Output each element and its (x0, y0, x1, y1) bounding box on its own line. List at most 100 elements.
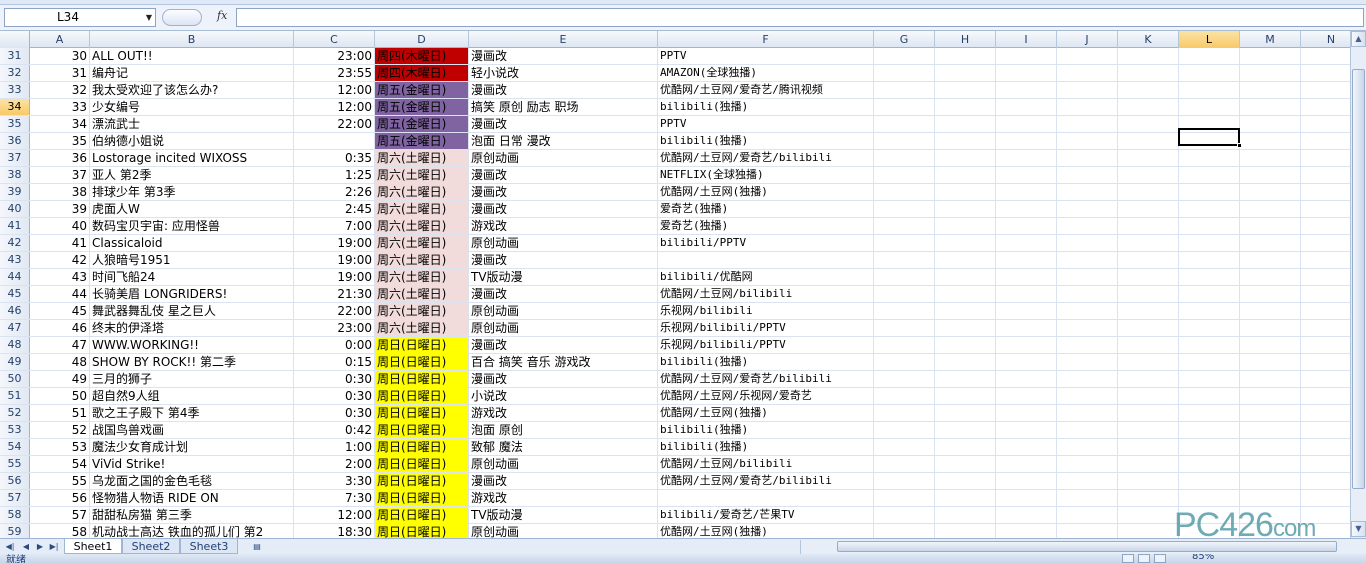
cell-i[interactable] (996, 116, 1057, 132)
cell-g[interactable] (874, 405, 935, 421)
cell-m[interactable] (1240, 116, 1301, 132)
cell-g[interactable] (874, 473, 935, 489)
cell-k[interactable] (1118, 235, 1179, 251)
cell-a[interactable]: 43 (30, 269, 90, 285)
row-header[interactable]: 54 (0, 439, 30, 455)
cell-e[interactable]: 原创动画 (469, 524, 658, 538)
cell-i[interactable] (996, 184, 1057, 200)
cell-f[interactable] (658, 490, 874, 506)
cell-f[interactable]: 乐视网/bilibili/PPTV (658, 337, 874, 353)
column-header-b[interactable]: B (90, 31, 294, 48)
cell-k[interactable] (1118, 371, 1179, 387)
sheet-tab-1[interactable]: Sheet1 (64, 539, 122, 554)
cell-n[interactable] (1301, 252, 1350, 268)
cell-e[interactable]: 原创动画 (469, 150, 658, 166)
cell-c[interactable]: 19:00 (294, 269, 375, 285)
scroll-down-icon[interactable]: ▼ (1351, 521, 1366, 537)
cell-j[interactable] (1057, 405, 1118, 421)
cell-n[interactable] (1301, 133, 1350, 149)
cell-l[interactable] (1179, 218, 1240, 234)
cell-b[interactable]: 乌龙面之国的金色毛毯 (90, 473, 294, 489)
cell-d[interactable]: 周六(土曜日) (375, 150, 469, 166)
cell-g[interactable] (874, 184, 935, 200)
cell-c[interactable]: 2:45 (294, 201, 375, 217)
chevron-down-icon[interactable]: ▼ (146, 9, 152, 26)
normal-view-icon[interactable] (1122, 554, 1134, 563)
cell-m[interactable] (1240, 371, 1301, 387)
cell-a[interactable]: 38 (30, 184, 90, 200)
cell-f[interactable]: 优酷网/土豆网(独播) (658, 184, 874, 200)
row-header[interactable]: 46 (0, 303, 30, 319)
cell-n[interactable] (1301, 303, 1350, 319)
row-header[interactable]: 39 (0, 184, 30, 200)
row-header[interactable]: 33 (0, 82, 30, 98)
cell-j[interactable] (1057, 422, 1118, 438)
cell-i[interactable] (996, 320, 1057, 336)
cell-g[interactable] (874, 439, 935, 455)
cell-e[interactable]: TV版动漫 (469, 507, 658, 523)
cell-m[interactable] (1240, 405, 1301, 421)
cell-d[interactable]: 周六(土曜日) (375, 286, 469, 302)
cell-f[interactable]: 优酷网/土豆网/乐视网/爱奇艺 (658, 388, 874, 404)
cell-h[interactable] (935, 303, 996, 319)
cell-e[interactable]: 漫画改 (469, 473, 658, 489)
cell-e[interactable]: 漫画改 (469, 286, 658, 302)
insert-function-icon[interactable]: fx (217, 9, 227, 22)
cell-h[interactable] (935, 99, 996, 115)
cell-c[interactable] (294, 133, 375, 149)
page-layout-view-icon[interactable] (1138, 554, 1150, 563)
cell-j[interactable] (1057, 320, 1118, 336)
cell-g[interactable] (874, 320, 935, 336)
cell-a[interactable]: 55 (30, 473, 90, 489)
cell-f[interactable]: 优酷网/土豆网/爱奇艺/bilibili (658, 371, 874, 387)
cell-a[interactable]: 37 (30, 167, 90, 183)
cell-b[interactable]: 亚人 第2季 (90, 167, 294, 183)
cell-f[interactable]: 优酷网/土豆网(独播) (658, 524, 874, 538)
row-header[interactable]: 41 (0, 218, 30, 234)
row-header[interactable]: 34 (0, 99, 30, 115)
cell-l[interactable] (1179, 184, 1240, 200)
vertical-scrollbar[interactable]: ▲ ▼ (1350, 31, 1366, 538)
row-header[interactable]: 48 (0, 337, 30, 353)
cell-j[interactable] (1057, 133, 1118, 149)
cell-k[interactable] (1118, 65, 1179, 81)
scroll-up-icon[interactable]: ▲ (1351, 31, 1366, 47)
cell-g[interactable] (874, 252, 935, 268)
cell-i[interactable] (996, 490, 1057, 506)
cell-b[interactable]: 人狼暗号1951 (90, 252, 294, 268)
cell-a[interactable]: 47 (30, 337, 90, 353)
cell-c[interactable]: 23:00 (294, 48, 375, 64)
page-break-view-icon[interactable] (1154, 554, 1166, 563)
cell-k[interactable] (1118, 99, 1179, 115)
cell-n[interactable] (1301, 337, 1350, 353)
column-header-n[interactable]: N (1301, 31, 1350, 48)
cell-d[interactable]: 周四(木曜日) (375, 48, 469, 64)
cell-d[interactable]: 周日(日曜日) (375, 524, 469, 538)
cell-i[interactable] (996, 269, 1057, 285)
cell-e[interactable]: 致郁 魔法 (469, 439, 658, 455)
cell-e[interactable]: 游戏改 (469, 405, 658, 421)
cell-h[interactable] (935, 422, 996, 438)
cell-i[interactable] (996, 456, 1057, 472)
cell-e[interactable]: 搞笑 原创 励志 职场 (469, 99, 658, 115)
cell-m[interactable] (1240, 150, 1301, 166)
cell-e[interactable]: 泡面 原创 (469, 422, 658, 438)
cell-e[interactable]: 游戏改 (469, 490, 658, 506)
row-header[interactable]: 43 (0, 252, 30, 268)
name-box[interactable]: L34 ▼ (4, 8, 156, 27)
cell-l[interactable] (1179, 99, 1240, 115)
cell-m[interactable] (1240, 269, 1301, 285)
cell-j[interactable] (1057, 269, 1118, 285)
cell-d[interactable]: 周六(土曜日) (375, 269, 469, 285)
row-header[interactable]: 53 (0, 422, 30, 438)
cell-e[interactable]: 小说改 (469, 388, 658, 404)
cell-l[interactable] (1179, 473, 1240, 489)
cell-f[interactable]: AMAZON(全球独播) (658, 65, 874, 81)
cell-f[interactable]: 乐视网/bilibili/PPTV (658, 320, 874, 336)
cell-n[interactable] (1301, 320, 1350, 336)
cell-n[interactable] (1301, 235, 1350, 251)
cell-k[interactable] (1118, 167, 1179, 183)
row-header[interactable]: 32 (0, 65, 30, 81)
cell-d[interactable]: 周日(日曜日) (375, 473, 469, 489)
cell-l[interactable] (1179, 82, 1240, 98)
